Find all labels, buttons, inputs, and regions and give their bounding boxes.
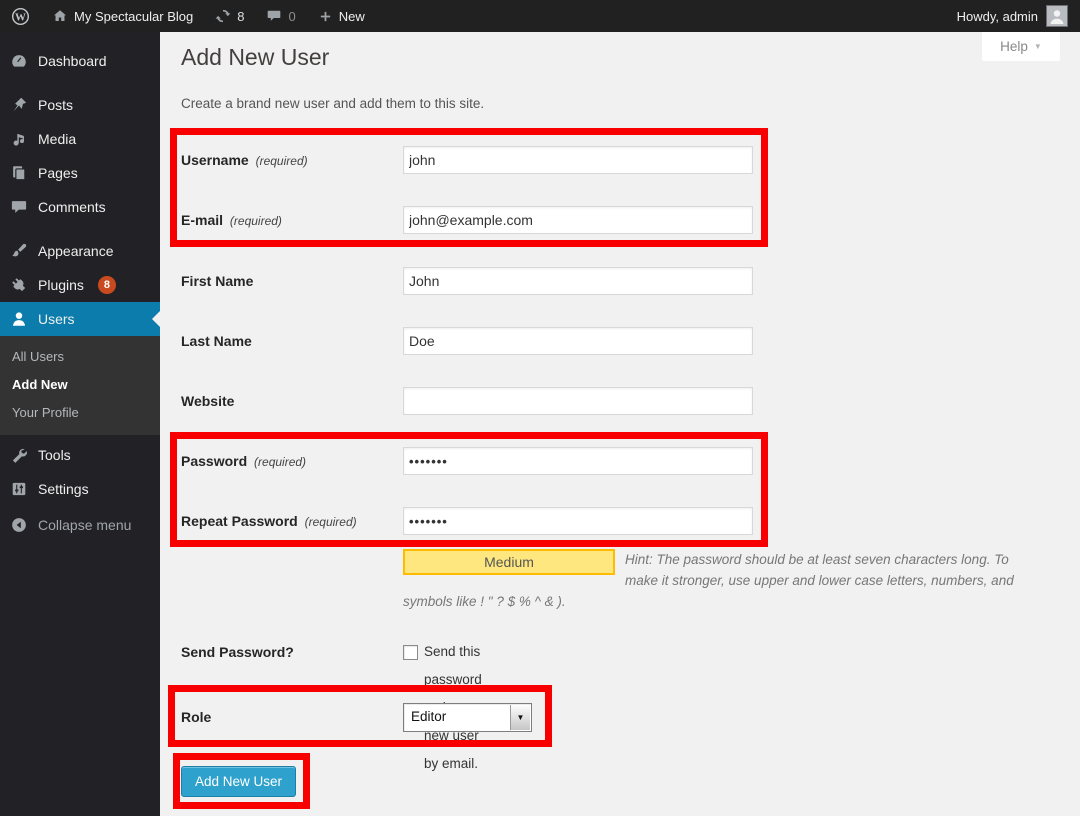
site-name: My Spectacular Blog [74, 9, 193, 24]
svg-text:W: W [15, 11, 26, 23]
updates-button[interactable]: 8 [204, 0, 255, 32]
comments-button[interactable]: 0 [255, 0, 306, 32]
repeat-password-label: Repeat Password (required) [181, 507, 396, 536]
sidebar-item-label: Comments [38, 199, 106, 215]
submenu-item-all-users[interactable]: All Users [0, 343, 160, 371]
avatar [1046, 5, 1068, 27]
sidebar-item-label: Plugins [38, 277, 84, 293]
repeat-password-field[interactable] [403, 507, 753, 535]
wordpress-logo-icon: W [11, 7, 30, 26]
password-hint-area: Medium Hint: The password should be at l… [403, 549, 1037, 612]
comment-bubble-icon [9, 197, 29, 217]
sidebar-item-label: Tools [38, 447, 71, 463]
website-label: Website [181, 387, 396, 415]
help-tab[interactable]: Help ▼ [982, 32, 1060, 61]
page-subtitle: Create a brand new user and add them to … [181, 96, 484, 111]
sidebar-item-settings[interactable]: Settings [0, 472, 160, 506]
sidebar-item-dashboard[interactable]: Dashboard [0, 44, 160, 78]
home-icon [52, 8, 68, 24]
chevron-down-icon: ▼ [1034, 42, 1042, 51]
sidebar-item-comments[interactable]: Comments [0, 190, 160, 224]
user-icon [9, 309, 29, 329]
first-name-field[interactable] [403, 267, 753, 295]
wordpress-menu-button[interactable]: W [0, 0, 41, 32]
email-label: E-mail (required) [181, 206, 396, 235]
new-content-button[interactable]: New [307, 0, 376, 32]
dashboard-gauge-icon [9, 51, 29, 71]
admin-bar: W My Spectacular Blog 8 0 [0, 0, 1080, 32]
main-content: Help ▼ Add New User Create a brand new u… [160, 32, 1080, 816]
update-count: 8 [237, 9, 244, 24]
sidebar-item-label: Users [38, 311, 75, 327]
website-field[interactable] [403, 387, 753, 415]
select-arrow-icon: ▼ [510, 705, 530, 730]
submenu-item-your-profile[interactable]: Your Profile [0, 399, 160, 427]
username-input[interactable] [403, 146, 753, 174]
admin-sidebar: Dashboard Posts Media Pag [0, 32, 160, 816]
send-password-label: Send Password? [181, 638, 396, 666]
plugins-update-badge: 8 [98, 276, 116, 294]
sidebar-item-plugins[interactable]: Plugins 8 [0, 268, 160, 302]
role-selected-value: Editor [411, 704, 446, 729]
sidebar-item-pages[interactable]: Pages [0, 156, 160, 190]
page-title: Add New User [181, 44, 329, 71]
sliders-icon [9, 479, 29, 499]
update-icon [215, 8, 231, 24]
sidebar-item-appearance[interactable]: Appearance [0, 234, 160, 268]
last-name-label: Last Name [181, 327, 396, 355]
password-label: Password (required) [181, 447, 396, 476]
sidebar-item-label: Posts [38, 97, 73, 113]
pages-icon [9, 163, 29, 183]
plus-icon [318, 9, 333, 24]
pushpin-icon [9, 95, 29, 115]
users-submenu: All Users Add New Your Profile [0, 336, 160, 435]
email-field[interactable] [403, 206, 753, 234]
sidebar-item-collapse-menu[interactable]: Collapse menu [0, 508, 160, 542]
sidebar-item-tools[interactable]: Tools [0, 438, 160, 472]
first-name-label: First Name [181, 267, 396, 295]
howdy-text: Howdy, admin [957, 9, 1038, 24]
send-password-checkbox[interactable] [403, 645, 418, 660]
username-label: Username (required) [181, 146, 396, 175]
collapse-circle-icon [9, 515, 29, 535]
role-select[interactable]: Editor ▼ [403, 703, 532, 732]
site-name-link[interactable]: My Spectacular Blog [41, 0, 204, 32]
wrench-icon [9, 445, 29, 465]
new-label: New [339, 9, 365, 24]
password-strength-meter: Medium [403, 549, 615, 575]
account-menu[interactable]: Howdy, admin [957, 5, 1080, 27]
add-new-user-button[interactable]: Add New User [181, 766, 296, 797]
sidebar-item-label: Pages [38, 165, 78, 181]
last-name-field[interactable] [403, 327, 753, 355]
media-note-icon [9, 129, 29, 149]
sidebar-item-label: Dashboard [38, 53, 107, 69]
sidebar-item-label: Appearance [38, 243, 114, 259]
sidebar-item-label: Media [38, 131, 76, 147]
help-label: Help [1000, 39, 1028, 54]
comment-count: 0 [288, 9, 295, 24]
sidebar-item-media[interactable]: Media [0, 122, 160, 156]
sidebar-item-label: Settings [38, 481, 89, 497]
sidebar-item-label: Collapse menu [38, 517, 131, 533]
comments-bubble-icon [266, 8, 282, 24]
sidebar-item-posts[interactable]: Posts [0, 88, 160, 122]
password-field[interactable] [403, 447, 753, 475]
role-label: Role [181, 703, 396, 731]
current-menu-arrow [152, 311, 160, 327]
plug-icon [9, 275, 29, 295]
sidebar-item-users[interactable]: Users [0, 302, 160, 336]
paintbrush-icon [9, 241, 29, 261]
submenu-item-add-new[interactable]: Add New [0, 371, 160, 399]
